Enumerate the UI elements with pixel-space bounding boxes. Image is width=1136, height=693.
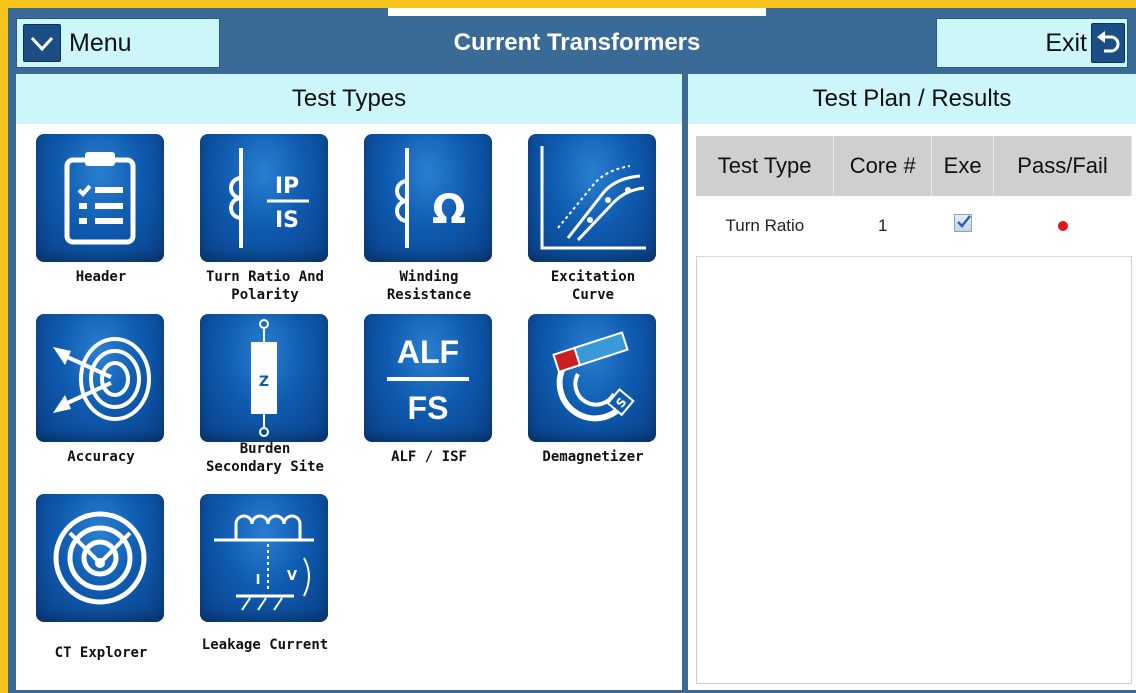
undo-arrow-icon: [1091, 23, 1125, 63]
tile-label: Accuracy: [67, 449, 135, 465]
page-title: Current Transformers: [453, 29, 701, 56]
ct-ratio-icon: IP IS: [200, 134, 328, 262]
leakage-current-icon: I V: [200, 494, 328, 622]
clipboard-checklist-icon: [36, 134, 164, 262]
target-arrows-icon: [36, 314, 164, 442]
col-test-type[interactable]: Test Type: [696, 136, 835, 196]
results-empty-area: [696, 256, 1132, 684]
radar-icon: [36, 494, 164, 622]
svg-text:Z: Z: [259, 374, 269, 390]
exit-label: Exit: [1045, 28, 1087, 57]
table-header-row: Test Type Core # Exe Pass/Fail: [696, 136, 1132, 196]
top-notch: [388, 8, 766, 16]
status-dot-icon: [1057, 220, 1068, 231]
col-core[interactable]: Core #: [833, 136, 933, 196]
app-window: Menu Current Transformers Exit Test Type…: [8, 8, 1136, 693]
svg-text:IP: IP: [275, 174, 299, 199]
tile-label: Excitation Curve: [550, 269, 636, 303]
tile-label: Leakage Current: [201, 637, 329, 653]
menu-label: Menu: [69, 28, 132, 57]
tile-winding-resistance[interactable]: Ω Winding Resistance: [364, 134, 494, 304]
chevron-down-icon: [23, 24, 61, 62]
exit-button[interactable]: Exit: [936, 18, 1128, 68]
tile-turn-ratio[interactable]: IP IS Turn Ratio And Polarity: [200, 134, 330, 304]
magnet-icon: S: [528, 314, 656, 442]
tile-header[interactable]: Header: [36, 134, 166, 286]
tile-label: Winding Resistance: [386, 269, 472, 303]
col-exe[interactable]: Exe: [931, 136, 995, 196]
test-types-panel: Test Types Header IP IS Turn Ratio And P…: [16, 74, 682, 690]
tile-ct-explorer[interactable]: CT Explorer: [36, 494, 166, 662]
cell-pass-fail: [993, 196, 1132, 257]
table-row[interactable]: Turn Ratio 1: [696, 196, 1132, 257]
results-heading: Test Plan / Results: [688, 74, 1136, 124]
results-panel: Test Plan / Results Test Type Core # Exe…: [688, 74, 1136, 690]
col-pass-fail[interactable]: Pass/Fail: [993, 136, 1132, 196]
burden-impedance-icon: Z: [200, 314, 328, 442]
excitation-curve-icon: [528, 134, 656, 262]
tile-demagnetizer[interactable]: S Demagnetizer: [528, 314, 658, 466]
cell-test-type: Turn Ratio: [696, 196, 834, 257]
tile-label: Demagnetizer: [542, 449, 644, 465]
svg-text:I: I: [256, 573, 261, 588]
winding-ohm-icon: Ω: [364, 134, 492, 262]
exe-checkbox[interactable]: [953, 214, 972, 233]
results-table: Test Type Core # Exe Pass/Fail Turn Rati…: [696, 136, 1132, 257]
tile-leakage-current[interactable]: I V Leakage Current: [200, 494, 330, 654]
tile-alf-isf[interactable]: ALF FS ALF / ISF: [364, 314, 494, 466]
menu-button[interactable]: Menu: [16, 18, 220, 68]
tile-label: CT Explorer: [54, 645, 148, 661]
svg-text:IS: IS: [275, 208, 299, 233]
cell-core: 1: [833, 196, 932, 257]
tile-label: ALF / ISF: [391, 449, 467, 465]
tile-label: Turn Ratio And Polarity: [205, 269, 324, 303]
top-bar: Menu Current Transformers Exit: [8, 8, 1136, 74]
tile-label: Header: [75, 269, 127, 285]
alf-fs-icon: ALF FS: [364, 314, 492, 442]
tile-burden[interactable]: Z Burden Secondary Site: [200, 314, 330, 476]
svg-text:Ω: Ω: [432, 187, 466, 233]
svg-text:ALF: ALF: [397, 334, 459, 370]
tile-excitation-curve[interactable]: Excitation Curve: [528, 134, 658, 304]
tile-label: Burden Secondary Site: [205, 441, 324, 475]
test-types-heading: Test Types: [16, 74, 682, 124]
svg-text:V: V: [287, 569, 297, 584]
cell-exe: [931, 196, 994, 257]
svg-text:FS: FS: [408, 390, 449, 426]
tile-accuracy[interactable]: Accuracy: [36, 314, 166, 466]
